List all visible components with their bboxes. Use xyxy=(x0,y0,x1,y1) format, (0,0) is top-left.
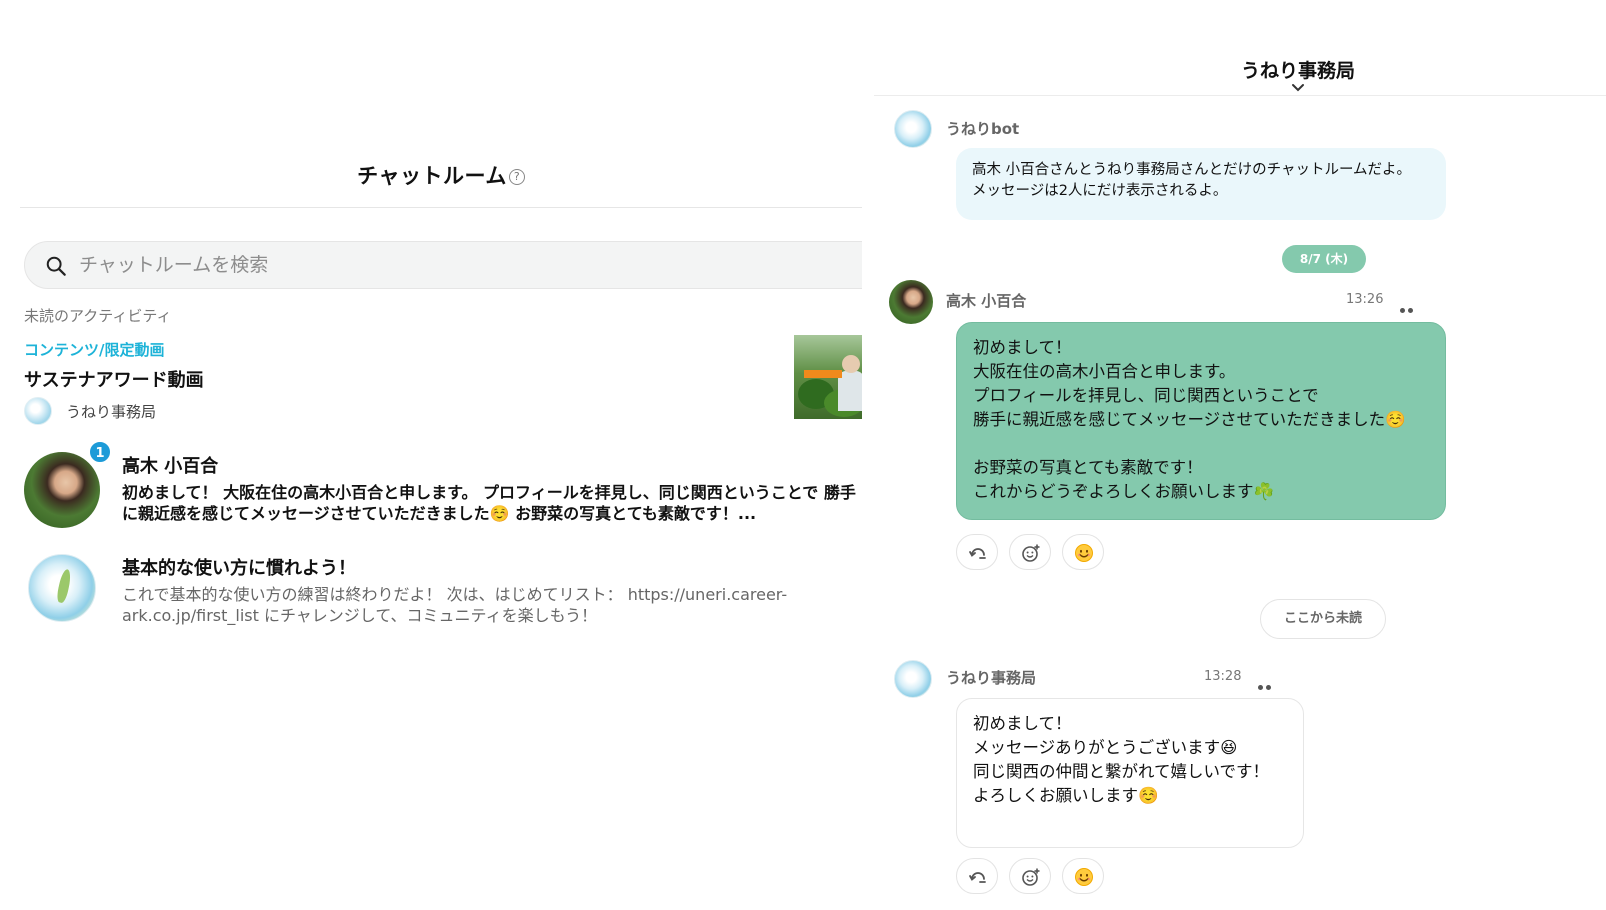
avatar xyxy=(24,452,100,528)
chat-name: 基本的な使い方に慣れよう！ xyxy=(122,558,356,579)
add-reaction-icon xyxy=(1022,868,1040,886)
add-reaction-icon xyxy=(1022,544,1040,562)
unread-count-badge: 1 xyxy=(88,440,112,464)
room-header: うねり事務局 xyxy=(874,54,1606,96)
search-bar[interactable] xyxy=(24,241,862,289)
message-bubble: 初めまして！ メッセージありがとうございます😆 同じ関西の仲間と繋がれて嬉しいで… xyxy=(956,698,1304,848)
smile-reaction-button[interactable] xyxy=(1062,858,1104,894)
content-thumbnail[interactable] xyxy=(794,335,862,419)
reply-icon xyxy=(969,872,986,883)
unread-activity-label: 未読のアクティビティ xyxy=(24,307,172,325)
unread-divider: ここから未読 xyxy=(1260,599,1386,639)
smile-reaction-button[interactable] xyxy=(1062,534,1104,570)
chat-list-header: チャットルーム? xyxy=(20,160,862,208)
unread-content-item[interactable]: コンテンツ/限定動画 サステナアワード動画 うねり事務局 xyxy=(0,335,862,435)
message-sender: うねり事務局 xyxy=(946,669,1037,687)
content-source-name: うねり事務局 xyxy=(66,403,157,421)
chat-preview: これで基本的な使い方の練習は終わりだよ！ 次は、はじめてリスト： https:/… xyxy=(122,585,788,625)
avatar xyxy=(894,110,932,148)
message-sender: 高木 小百合 xyxy=(946,292,1027,310)
chat-list-item[interactable]: 1 高木 小百合 初めまして！ 大阪在住の高木小百合と申します。 プロフィールを… xyxy=(0,440,862,536)
avatar[interactable] xyxy=(894,660,932,698)
message-time: 13:26 xyxy=(1346,292,1384,307)
page-title: チャットルーム xyxy=(357,164,507,188)
search-icon xyxy=(46,256,66,276)
content-title: サステナアワード動画 xyxy=(24,370,204,391)
room-title-dropdown[interactable]: うねり事務局 xyxy=(1228,56,1368,93)
smile-emoji-icon xyxy=(1075,544,1093,562)
date-divider: 8/7 (木) xyxy=(1282,245,1366,273)
chat-name: 高木 小百合 xyxy=(122,456,219,477)
add-reaction-button[interactable] xyxy=(1009,534,1051,570)
uneri-logo-avatar xyxy=(24,397,52,425)
help-icon[interactable]: ? xyxy=(508,169,525,185)
message-time: 13:28 xyxy=(1204,669,1242,684)
message-bubble: 高木 小百合さんとうねり事務局さんとだけのチャットルームだよ。 メッセージは2人… xyxy=(956,148,1446,220)
reply-button[interactable] xyxy=(956,534,998,570)
more-icon[interactable] xyxy=(1400,298,1422,332)
chat-room-list-panel: チャットルーム? 未読のアクティビティ コンテンツ/限定動画 サステナアワード動… xyxy=(0,0,862,910)
chat-list-item[interactable]: 基本的な使い方に慣れよう！ これで基本的な使い方の練習は終わりだよ！ 次は、はじ… xyxy=(0,554,862,644)
message-bubble: 初めまして！ 大阪在住の高木小百合と申します。 プロフィールを拝見し、同じ関西と… xyxy=(956,322,1446,520)
more-icon[interactable] xyxy=(1258,675,1280,709)
avatar[interactable] xyxy=(889,280,933,324)
message-sender: うねりbot xyxy=(946,120,1020,138)
smile-emoji-icon xyxy=(1075,868,1093,886)
chat-preview: 初めまして！ 大阪在住の高木小百合と申します。 プロフィールを拝見し、同じ関西と… xyxy=(122,483,856,523)
search-input[interactable] xyxy=(79,250,779,280)
avatar xyxy=(28,554,96,622)
chevron-down-icon xyxy=(1292,84,1304,92)
reply-button[interactable] xyxy=(956,858,998,894)
room-title: うねり事務局 xyxy=(1240,60,1355,82)
reply-icon xyxy=(969,548,986,559)
content-category: コンテンツ/限定動画 xyxy=(24,341,165,359)
add-reaction-button[interactable] xyxy=(1009,858,1051,894)
chat-room-panel: うねり事務局 うねりbot 高木 小百合さんとうねり事務局さんとだけのチャットル… xyxy=(874,0,1606,910)
